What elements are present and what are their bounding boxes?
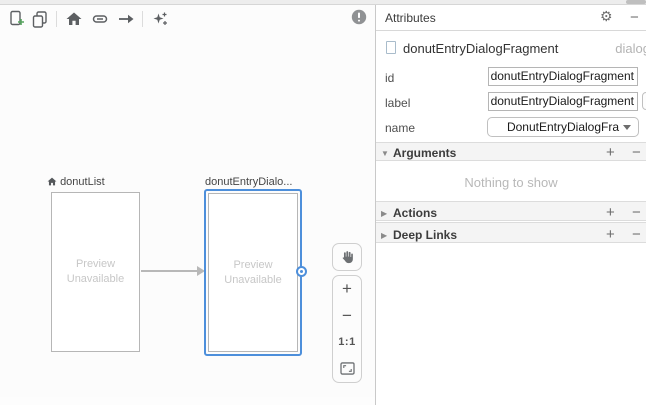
- zoom-in-button[interactable]: +: [333, 276, 361, 303]
- gear-icon[interactable]: ⚙: [600, 8, 613, 25]
- add-action-button[interactable]: +: [606, 204, 615, 221]
- component-name: donutEntryDialogFragment: [403, 41, 558, 56]
- action-edge[interactable]: [141, 270, 198, 272]
- chevron-down-icon: [623, 125, 631, 130]
- fragment-icon: [386, 41, 396, 54]
- start-destination-home-icon: [47, 177, 57, 186]
- section-header-arguments[interactable]: ▼ Arguments + −: [376, 142, 646, 161]
- remove-action-button[interactable]: −: [632, 204, 641, 221]
- preview-unavailable-text: Preview Unavailable: [209, 258, 297, 288]
- section-label: Deep Links: [393, 228, 457, 242]
- fragment-title-donutentrydialog[interactable]: donutEntryDialo...: [205, 176, 292, 188]
- remove-argument-button[interactable]: −: [632, 144, 641, 161]
- fragment-title-label: donutEntryDialo...: [205, 176, 292, 188]
- label-browse-button[interactable]: [642, 92, 646, 110]
- label-field-input[interactable]: donutEntryDialogFragment: [488, 92, 638, 111]
- arguments-empty-text: Nothing to show: [376, 175, 646, 190]
- label-field-label: label: [385, 96, 410, 110]
- attributes-panel: Attributes ⚙ − donutEntryDialogFragment …: [376, 5, 646, 405]
- hand-icon: [339, 249, 355, 265]
- fragment-preview-donutlist[interactable]: Preview Unavailable: [51, 192, 140, 352]
- panel-splitter[interactable]: [375, 5, 376, 405]
- fragment-title-label: donutList: [60, 176, 105, 188]
- toolbar-separator: [56, 11, 57, 27]
- attributes-panel-header: Attributes ⚙ −: [376, 5, 646, 31]
- preview-unavailable-text: Preview Unavailable: [52, 257, 139, 287]
- zoom-reset-button[interactable]: 1:1: [333, 329, 361, 356]
- section-header-actions[interactable]: ▶ Actions + −: [376, 201, 646, 221]
- section-label: Arguments: [393, 146, 456, 160]
- auto-arrange-icon[interactable]: [151, 10, 169, 28]
- nav-editor-canvas[interactable]: donutList Preview Unavailable donutEntry…: [0, 5, 375, 397]
- disclosure-triangle-icon[interactable]: ▼: [381, 149, 389, 158]
- zoom-to-fit-button[interactable]: [333, 356, 361, 383]
- name-combobox-value: DonutEntryDialogFra: [507, 120, 619, 134]
- selected-component-row: donutEntryDialogFragment dialog: [376, 37, 646, 61]
- section-header-deep-links[interactable]: ▶ Deep Links + −: [376, 222, 646, 243]
- id-field-input[interactable]: donutEntryDialogFragment: [488, 67, 638, 86]
- add-deep-link-button[interactable]: +: [606, 226, 615, 243]
- toolbar-separator: [142, 11, 143, 27]
- disclosure-triangle-icon[interactable]: ▶: [381, 209, 387, 218]
- hide-panel-icon[interactable]: −: [630, 9, 639, 26]
- panel-title: Attributes: [385, 11, 436, 25]
- id-field-label: id: [385, 71, 394, 85]
- disclosure-triangle-icon[interactable]: ▶: [381, 231, 387, 240]
- new-destination-icon[interactable]: [8, 10, 26, 28]
- zoom-out-button[interactable]: −: [333, 303, 361, 330]
- fit-screen-icon: [340, 362, 355, 375]
- nested-graph-icon[interactable]: [31, 10, 49, 28]
- scrollbar-thumb[interactable]: [626, 0, 646, 4]
- zoom-controls: + − 1:1: [332, 275, 362, 383]
- add-argument-button[interactable]: +: [606, 144, 615, 161]
- component-type: dialog: [615, 41, 646, 56]
- fragment-title-donutlist[interactable]: donutList: [47, 176, 105, 188]
- nav-editor-toolbar: [0, 5, 375, 33]
- name-field-label: name: [385, 121, 415, 135]
- name-combobox[interactable]: DonutEntryDialogFra: [487, 117, 639, 137]
- remove-deep-link-button[interactable]: −: [632, 226, 641, 243]
- action-connector-handle[interactable]: [296, 266, 307, 277]
- section-label: Actions: [393, 206, 437, 220]
- warning-icon[interactable]: [350, 8, 368, 26]
- pan-tool-button[interactable]: [332, 243, 362, 271]
- window-top-edge: [0, 0, 646, 5]
- action-arrow-icon[interactable]: [117, 10, 135, 28]
- deep-link-icon[interactable]: [91, 10, 109, 28]
- fragment-preview-donutentrydialog-selected[interactable]: Preview Unavailable: [204, 189, 302, 356]
- assign-start-home-icon[interactable]: [65, 10, 83, 28]
